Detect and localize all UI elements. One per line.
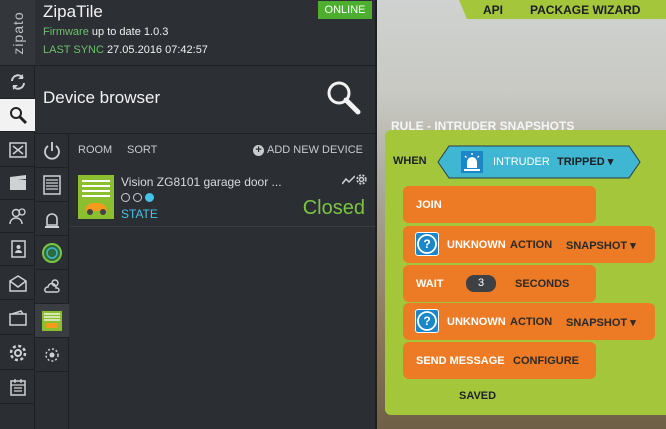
state-value: Closed <box>302 197 365 219</box>
meter-icon[interactable] <box>35 236 69 270</box>
when-label: WHEN <box>393 155 427 167</box>
status-dots <box>121 193 154 202</box>
browser-title: Device browser <box>43 88 161 107</box>
trigger-block[interactable]: INTRUDER TRIPPED ▾ <box>437 145 641 179</box>
siren-icon <box>461 151 483 173</box>
firmware-text: up to date 1.0.3 <box>91 26 169 38</box>
firmware-label: Firmware <box>43 26 89 38</box>
power-icon[interactable] <box>35 134 69 168</box>
add-device-button[interactable]: + ADD NEW DEVICE <box>253 144 363 156</box>
trigger-state-value: TRIPPED <box>557 156 605 168</box>
api-button[interactable]: API <box>483 3 503 17</box>
brand-logo: zipato <box>0 0 35 66</box>
blinds-icon[interactable] <box>35 168 69 202</box>
wait-seconds-input[interactable]: 3 <box>466 275 496 292</box>
join-label: JOIN <box>416 199 442 211</box>
join-block[interactable]: JOIN <box>403 186 596 223</box>
calendar-icon[interactable] <box>0 371 35 404</box>
garage-door-icon[interactable] <box>35 304 69 338</box>
category-column <box>35 134 69 429</box>
help-icon: ? <box>415 232 439 256</box>
status-dot <box>121 193 130 202</box>
device-row[interactable]: Vision ZG8101 garage door ... STATE Clos… <box>70 169 375 227</box>
contacts-icon[interactable] <box>0 233 35 266</box>
seconds-label: SECONDS <box>515 278 570 290</box>
alarm-siren-icon[interactable] <box>35 202 69 236</box>
messages-icon[interactable] <box>0 267 35 300</box>
help-icon: ? <box>415 309 439 333</box>
status-dot <box>133 193 142 202</box>
device-header: ZipaTile Firmware up to date 1.0.3 LAST … <box>35 0 375 66</box>
send-message-label: SEND MESSAGE <box>416 355 505 367</box>
device-browser-bar: Device browser <box>35 66 375 134</box>
dropdown-caret-icon: ▾ <box>630 317 636 329</box>
configure-button[interactable]: CONFIGURE <box>513 355 579 367</box>
settings-icon[interactable] <box>0 337 35 370</box>
last-sync: LAST SYNC 27.05.2016 07:42:57 <box>43 44 208 56</box>
rule-title: RULE - INTRUDER SNAPSHOTS <box>391 119 575 133</box>
online-status-badge: ONLINE <box>318 1 372 19</box>
brand-text: zipato <box>9 10 26 55</box>
plus-icon: + <box>253 144 265 156</box>
action-value: SNAPSHOT <box>566 240 628 252</box>
trigger-state-dropdown[interactable]: TRIPPED ▾ <box>557 155 613 168</box>
saved-status: SAVED <box>459 390 497 402</box>
device-list: ROOM SORT + ADD NEW DEVICE Vision ZG8101… <box>70 134 375 429</box>
action-dropdown[interactable]: SNAPSHOT ▾ <box>566 316 636 329</box>
rules-icon[interactable] <box>0 134 35 167</box>
sensor-icon[interactable] <box>35 338 69 372</box>
device-toolbar: ROOM SORT + ADD NEW DEVICE <box>70 134 375 166</box>
device-unknown-label: UNKNOWN <box>447 316 506 328</box>
room-filter[interactable]: ROOM <box>78 144 112 156</box>
browser-search-icon[interactable] <box>323 78 363 118</box>
wallet-icon[interactable] <box>0 302 35 335</box>
action-block[interactable]: ? UNKNOWN ACTION SNAPSHOT ▾ <box>403 303 655 340</box>
gear-icon[interactable] <box>356 174 367 185</box>
chart-icon[interactable] <box>342 175 355 185</box>
svg-text:?: ? <box>423 314 430 328</box>
firmware-status: Firmware up to date 1.0.3 <box>43 26 168 38</box>
action-value: SNAPSHOT <box>566 317 628 329</box>
action-label: ACTION <box>510 239 553 251</box>
device-unknown-label: UNKNOWN <box>447 239 506 251</box>
device-title: ZipaTile <box>43 2 103 21</box>
dropdown-caret-icon: ▾ <box>607 156 614 168</box>
state-label: STATE <box>121 207 158 221</box>
wait-block[interactable]: WAIT 3 SECONDS <box>403 265 596 302</box>
top-toolbar: API PACKAGE WIZARD <box>459 0 666 19</box>
sync-icon[interactable] <box>0 66 35 99</box>
add-device-label: ADD NEW DEVICE <box>267 144 363 156</box>
action-label: ACTION <box>510 316 553 328</box>
device-name: Vision ZG8101 garage door ... <box>121 175 282 189</box>
action-block[interactable]: ? UNKNOWN ACTION SNAPSHOT ▾ <box>403 226 655 263</box>
sync-value: 27.05.2016 07:42:57 <box>107 44 208 56</box>
send-message-block[interactable]: SEND MESSAGE CONFIGURE <box>403 342 596 379</box>
sync-label: LAST SYNC <box>43 44 104 56</box>
status-dot-active <box>145 193 154 202</box>
svg-text:?: ? <box>423 237 430 251</box>
weather-icon[interactable] <box>35 270 69 304</box>
package-wizard-button[interactable]: PACKAGE WIZARD <box>530 3 640 17</box>
trigger-name: INTRUDER <box>493 156 550 168</box>
action-dropdown[interactable]: SNAPSHOT ▾ <box>566 239 636 252</box>
wait-label: WAIT <box>416 278 444 290</box>
sort-button[interactable]: SORT <box>127 144 157 156</box>
users-icon[interactable] <box>0 200 35 233</box>
nav-search-icon[interactable] <box>0 99 35 132</box>
scenes-icon[interactable] <box>0 167 35 200</box>
garage-door-icon <box>78 175 114 219</box>
main-nav-rail: zipato <box>0 0 35 429</box>
dropdown-caret-icon: ▾ <box>630 240 636 252</box>
